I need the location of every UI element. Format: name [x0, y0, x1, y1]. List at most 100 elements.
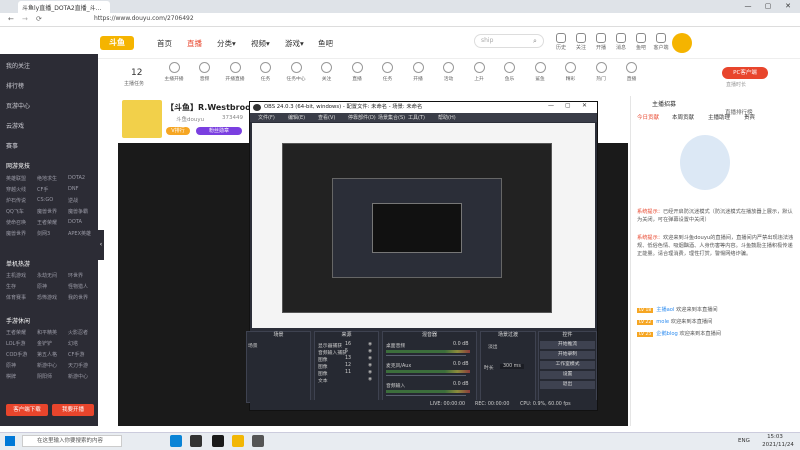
- sidebar-game-link[interactable]: APEX英雄: [68, 230, 91, 237]
- mixer-slider[interactable]: [386, 395, 466, 396]
- sidebar-game-link[interactable]: DOTA: [68, 219, 82, 225]
- sidebar-game-link[interactable]: 生存: [6, 283, 16, 290]
- clock-time[interactable]: 15:03: [760, 434, 790, 440]
- obs-menu-item[interactable]: 场景集合(S): [378, 114, 405, 121]
- sidebar-game-link[interactable]: 王者荣耀: [37, 219, 57, 226]
- sidebar-game-link[interactable]: CF手游: [68, 351, 84, 358]
- room-name[interactable]: 斗鱼douyu: [176, 115, 204, 123]
- sidebar-game-link[interactable]: 使命召唤: [6, 219, 26, 226]
- row2-item[interactable]: 任务: [377, 62, 399, 82]
- obs-menu-item[interactable]: 工具(T): [408, 114, 425, 121]
- sidebar-game-link[interactable]: 和平精英: [37, 329, 57, 336]
- duration-input[interactable]: 300 ms: [500, 364, 524, 369]
- tab-today[interactable]: 今日贡献: [637, 113, 659, 121]
- user-avatar[interactable]: [672, 33, 692, 53]
- source-item[interactable]: 显示器捕获: [318, 342, 342, 349]
- row2-item[interactable]: 精彩: [560, 62, 582, 82]
- sidebar-game-link[interactable]: COD手游: [6, 351, 27, 358]
- app-icon-store[interactable]: [252, 435, 264, 447]
- maximize-button[interactable]: ▢: [760, 1, 776, 12]
- pc-client-button[interactable]: PC客户端: [722, 67, 768, 79]
- sidebar-item-games[interactable]: 页游中心: [6, 101, 30, 110]
- sidebar-item-follow[interactable]: 我的关注: [6, 61, 30, 70]
- row2-item[interactable]: 音频: [194, 62, 216, 82]
- sidebar-item-rank[interactable]: 排行榜: [6, 81, 24, 90]
- message-icon[interactable]: 消息: [613, 33, 629, 51]
- tab-week[interactable]: 本周贡献: [672, 113, 694, 121]
- search-icon[interactable]: ⌕: [533, 37, 537, 46]
- tab-assistant[interactable]: 主播助理: [708, 113, 730, 121]
- sidebar-game-link[interactable]: DNF: [68, 186, 78, 192]
- nav-game[interactable]: 游戏▾: [285, 38, 304, 49]
- source-item[interactable]: 图像: [318, 356, 328, 363]
- edge-icon[interactable]: [170, 435, 182, 447]
- source-item[interactable]: 图像: [318, 370, 328, 377]
- taskbar-search[interactable]: 在这里输入你要搜索的内容: [22, 435, 122, 447]
- row2-item[interactable]: 直播: [346, 62, 368, 82]
- obs-menu-item[interactable]: 查看(V): [318, 114, 335, 121]
- nav-video[interactable]: 视频▾: [251, 38, 270, 49]
- row2-item[interactable]: 鲨鱼: [529, 62, 551, 82]
- row2-item[interactable]: 主播开播: [163, 62, 185, 82]
- nav-fishbar[interactable]: 鱼吧: [318, 38, 333, 49]
- folder-icon[interactable]: [232, 435, 244, 447]
- sidebar-game-link[interactable]: 棋牌: [6, 373, 16, 380]
- close-button[interactable]: ✕: [780, 1, 796, 12]
- visibility-icon[interactable]: ◉: [368, 356, 372, 361]
- client-icon[interactable]: 客户端: [653, 33, 669, 51]
- browser-tab[interactable]: 斗鱼ly直播_DOTA2直播_斗...: [18, 1, 110, 13]
- obs-control-button[interactable]: 退出: [540, 381, 595, 389]
- sidebar-game-link[interactable]: 炉石传说: [6, 197, 26, 204]
- row2-item[interactable]: 开播: [407, 62, 429, 82]
- sidebar-game-link[interactable]: 金铲铲: [37, 340, 52, 347]
- obs-control-button[interactable]: 设置: [540, 371, 595, 379]
- row2-item[interactable]: 开播直播: [224, 62, 246, 82]
- source-item[interactable]: 音频输入捕获: [318, 349, 347, 356]
- sidebar-collapse-handle[interactable]: ‹: [98, 230, 104, 260]
- sidebar-game-link[interactable]: 我的世界: [68, 294, 88, 301]
- rank-badge[interactable]: V排行: [166, 127, 190, 135]
- obs-menu-item[interactable]: 文件(F): [258, 114, 275, 121]
- tab-vip[interactable]: 贵宾: [744, 113, 755, 121]
- sidebar-game-link[interactable]: 天刀手游: [68, 362, 88, 369]
- chat-username[interactable]: 主播aol: [656, 307, 676, 313]
- sidebar-game-link[interactable]: 第五人格: [37, 351, 57, 358]
- nav-category[interactable]: 分类▾: [217, 38, 236, 49]
- obs-maximize[interactable]: ▢: [565, 102, 571, 109]
- refresh-icon[interactable]: ⟳: [36, 15, 42, 23]
- obs-minimize[interactable]: —: [548, 102, 554, 109]
- obs-close[interactable]: ✕: [582, 102, 587, 109]
- row2-item[interactable]: 活动: [438, 62, 460, 82]
- sidebar-game-link[interactable]: 幻塔: [68, 340, 78, 347]
- chat-username[interactable]: mole: [656, 319, 671, 325]
- streamer-avatar[interactable]: [122, 100, 162, 138]
- sidebar-game-link[interactable]: CF手: [37, 186, 48, 193]
- nav-live[interactable]: 直播: [187, 38, 202, 49]
- site-logo[interactable]: 斗鱼: [100, 36, 134, 50]
- scene-item[interactable]: 场景: [248, 342, 258, 349]
- row2-item[interactable]: 直播: [621, 62, 643, 82]
- sidebar-game-link[interactable]: 原神: [37, 283, 47, 290]
- sidebar-game-link[interactable]: CS:GO: [37, 197, 53, 203]
- back-icon[interactable]: ←: [8, 15, 14, 23]
- sidebar-game-link[interactable]: 王者荣耀: [6, 329, 26, 336]
- sidebar-game-link[interactable]: 怪物猎人: [68, 283, 88, 290]
- visibility-icon[interactable]: ◉: [368, 349, 372, 354]
- history-icon[interactable]: 历史: [553, 33, 569, 51]
- start-icon[interactable]: [5, 436, 15, 446]
- visibility-icon[interactable]: ◉: [368, 342, 372, 347]
- sidebar-game-link[interactable]: 英雄联盟: [6, 175, 26, 182]
- obs-menu-item[interactable]: 帮助(H): [438, 114, 456, 121]
- row2-item[interactable]: 鱼乐: [499, 62, 521, 82]
- row2-item[interactable]: 关注: [316, 62, 338, 82]
- sidebar-game-link[interactable]: 穿越火线: [6, 186, 26, 193]
- sidebar-game-link[interactable]: DOTA2: [68, 175, 85, 181]
- row2-item[interactable]: 上升: [468, 62, 490, 82]
- obs-taskbar-icon[interactable]: [190, 435, 202, 447]
- sidebar-game-link[interactable]: 原神: [6, 362, 16, 369]
- visibility-icon[interactable]: ◉: [368, 363, 372, 368]
- client-download-button[interactable]: 客户端下载: [6, 404, 48, 416]
- sidebar-game-link[interactable]: QQ飞车: [6, 208, 24, 215]
- sidebar-game-link[interactable]: 永劫无间: [37, 272, 57, 279]
- visibility-icon[interactable]: ◉: [368, 377, 372, 382]
